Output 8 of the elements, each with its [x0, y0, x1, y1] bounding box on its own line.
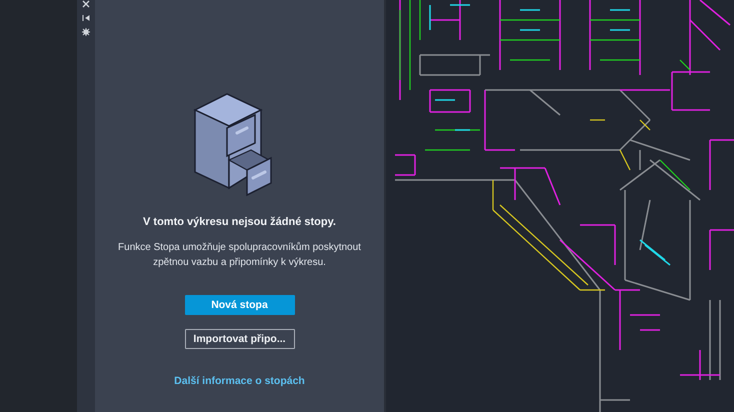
empty-state-description: Funkce Stopa umožňuje spolupracovníkům poskytnout zpětnou vazbu a připomínky k výkresu. [117, 241, 362, 270]
collapse-icon[interactable] [82, 14, 90, 22]
learn-more-link[interactable]: Další informace o stopách [174, 375, 305, 387]
settings-icon[interactable] [82, 28, 90, 36]
import-button[interactable]: Importovat připo... [184, 329, 294, 349]
new-button[interactable]: Nová stopa [184, 295, 294, 315]
empty-state-heading: V tomto výkresu nejsou žádné stopy. [143, 216, 336, 228]
close-icon[interactable] [82, 0, 90, 8]
